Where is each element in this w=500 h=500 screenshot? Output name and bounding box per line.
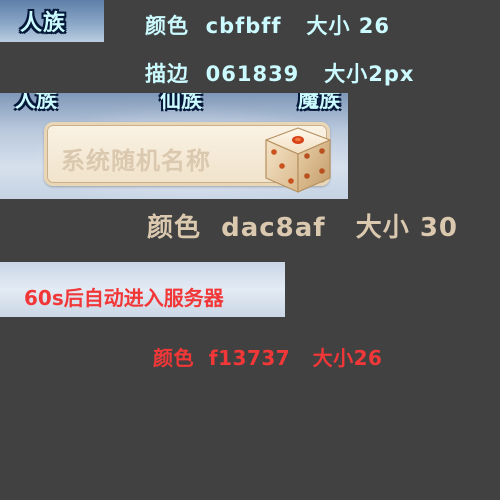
spec-note-color: 颜色 cbfbff 大小 26 [145,14,391,38]
race-header-immortal: 仙族 [160,93,202,112]
dice-icon[interactable] [262,126,334,194]
spec-note-name-color: 颜色 dac8af 大小 30 [147,213,459,243]
countdown-banner: 60s后自动进入服务器 [0,262,285,317]
race-header-human: 人族 [15,93,57,112]
countdown-text: 60s后自动进入服务器 [24,286,224,310]
race-tab-label: 人族 [20,11,67,36]
spec-note-stroke: 描边 061839 大小2px [145,62,415,86]
spec-note-countdown-color: 颜色 f13737 大小26 [153,346,383,370]
race-header-demon: 魔族 [298,93,340,112]
race-tab-human[interactable]: 人族 [0,0,104,42]
character-name-placeholder: 系统随机名称 [61,147,211,175]
